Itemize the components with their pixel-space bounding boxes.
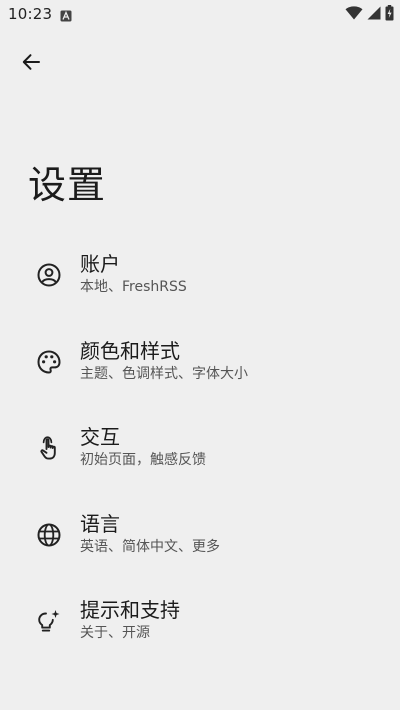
settings-item-subtitle: 初始页面，触感反馈 (80, 452, 206, 468)
back-button[interactable] (14, 47, 48, 81)
lightbulb-sparkle-icon (36, 608, 62, 634)
status-icons (345, 5, 394, 21)
wifi-icon (345, 6, 363, 20)
settings-list: 账户 本地、FreshRSS 颜色和样式 主题、色调样式、字体大小 交互 初始页… (0, 232, 400, 665)
settings-item-title: 账户 (80, 252, 120, 276)
settings-item-tips-and-support[interactable]: 提示和支持 关于、开源 (0, 578, 400, 665)
settings-item-title: 提示和支持 (80, 598, 180, 622)
signal-icon (367, 6, 381, 20)
palette-icon (36, 349, 62, 375)
settings-item-title: 颜色和样式 (80, 338, 180, 363)
arrow-left-icon (21, 52, 41, 76)
settings-item-subtitle: 主题、色调样式、字体大小 (80, 365, 248, 382)
settings-item-subtitle: 英语、简体中文、更多 (80, 538, 220, 555)
touch-gesture-icon (36, 435, 62, 461)
settings-item-colors-and-styles[interactable]: 颜色和样式 主题、色调样式、字体大小 (0, 319, 400, 406)
status-bar: 10:23 (0, 0, 400, 28)
account-circle-icon (36, 262, 62, 288)
battery-charging-icon (385, 5, 394, 21)
font-a-icon (60, 7, 72, 22)
settings-item-account[interactable]: 账户 本地、FreshRSS (0, 232, 400, 319)
settings-item-title: 交互 (80, 425, 120, 449)
settings-item-subtitle: 本地、FreshRSS (80, 279, 187, 295)
settings-item-interaction[interactable]: 交互 初始页面，触感反馈 (0, 405, 400, 492)
page-title: 设置 (28, 163, 107, 207)
status-time: 10:23 (8, 5, 53, 23)
settings-item-subtitle: 关于、开源 (80, 625, 150, 641)
settings-item-language[interactable]: 语言 英语、简体中文、更多 (0, 492, 400, 579)
settings-item-title: 语言 (80, 511, 120, 536)
globe-icon (36, 522, 62, 548)
